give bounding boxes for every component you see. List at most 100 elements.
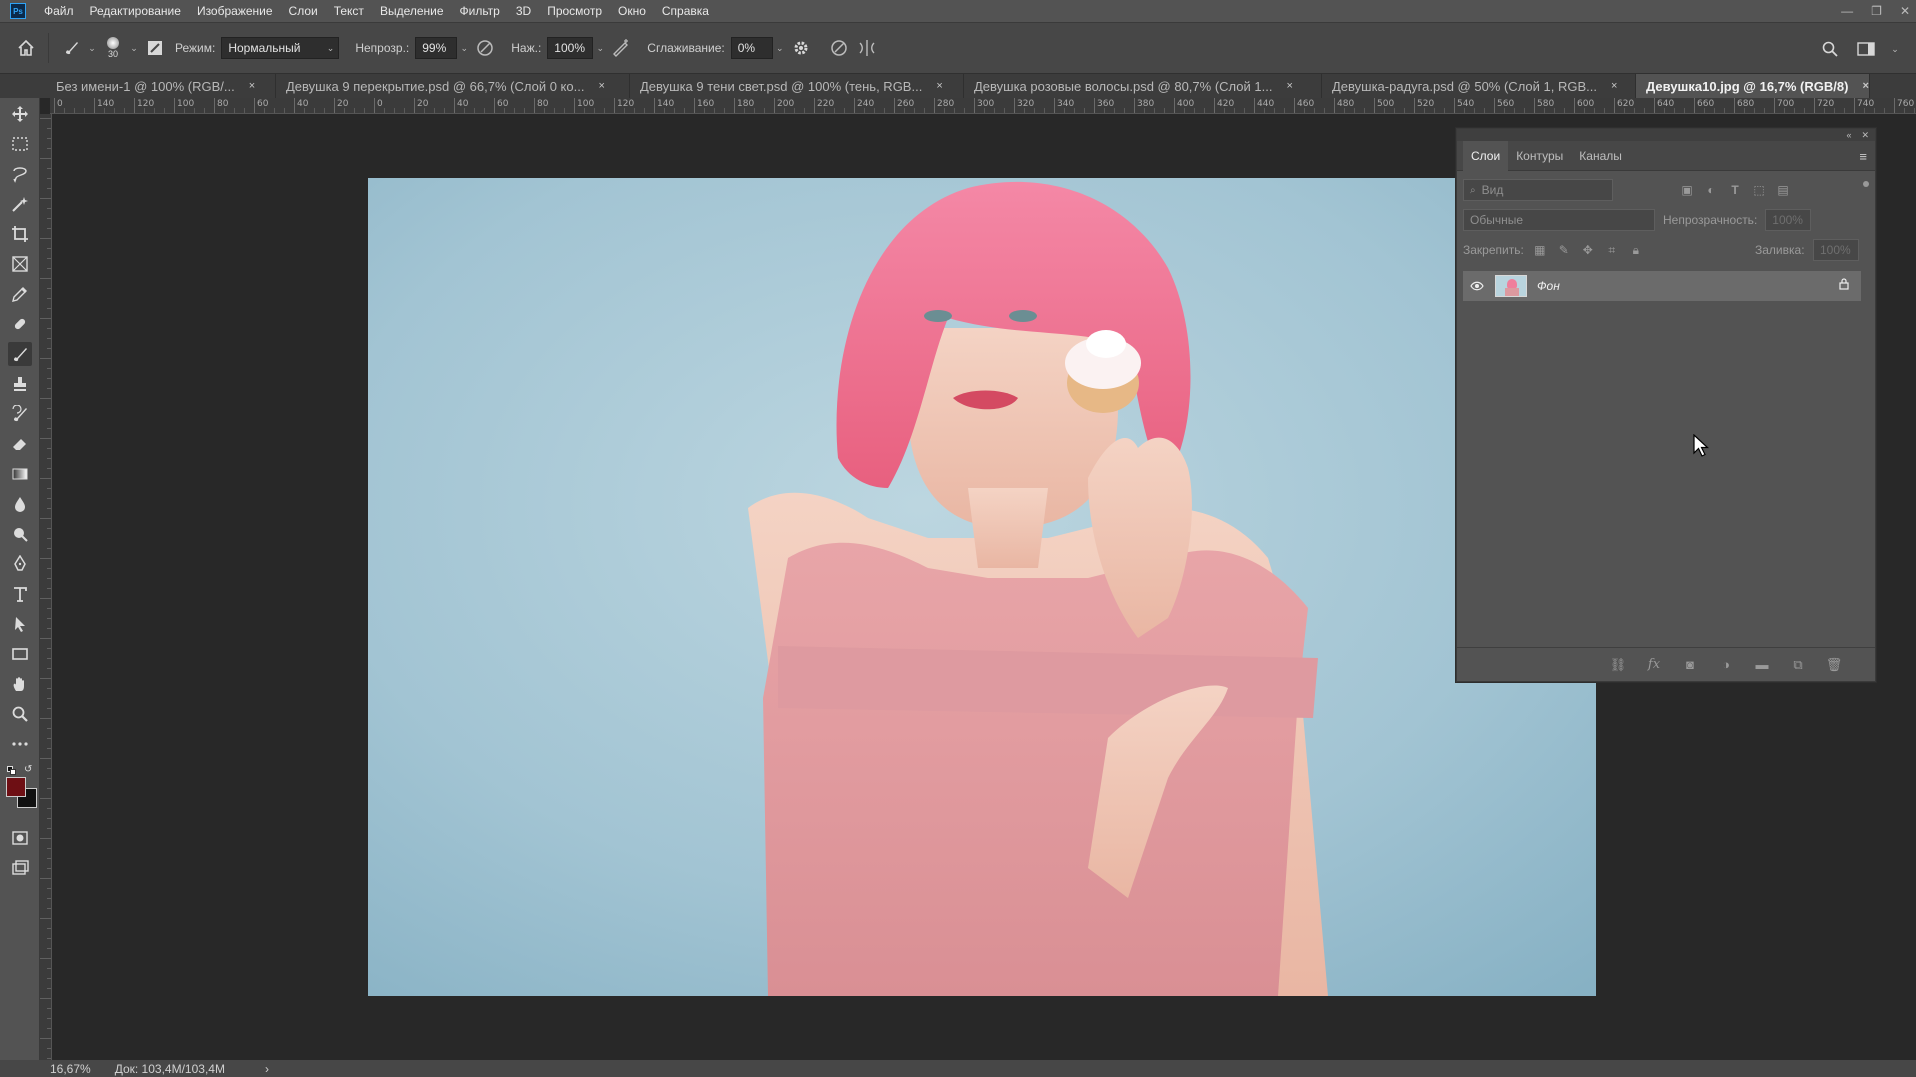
layer-style-icon[interactable]: fx: [1643, 654, 1665, 676]
history-brush-tool-icon[interactable]: [8, 402, 32, 426]
blend-mode-select[interactable]: Обычные: [1463, 209, 1655, 231]
blur-tool-icon[interactable]: [8, 492, 32, 516]
close-icon[interactable]: ×: [249, 80, 255, 92]
close-window-button[interactable]: ✕: [1900, 4, 1910, 18]
foreground-color-swatch[interactable]: [6, 777, 26, 797]
new-group-icon[interactable]: ▬: [1751, 654, 1773, 676]
dodge-tool-icon[interactable]: [8, 522, 32, 546]
default-colors-icon[interactable]: [7, 766, 16, 775]
gradient-tool-icon[interactable]: [8, 462, 32, 486]
smart-object-filter-icon[interactable]: ▤: [1773, 180, 1793, 200]
type-layer-filter-icon[interactable]: T: [1725, 180, 1745, 200]
tab-document[interactable]: Девушка-радуга.psd @ 50% (Слой 1, RGB...…: [1322, 74, 1636, 98]
lasso-tool-icon[interactable]: [8, 162, 32, 186]
tab-document[interactable]: Девушка 9 тени свет.psd @ 100% (тень, RG…: [630, 74, 964, 98]
vertical-ruler[interactable]: [40, 114, 52, 1060]
tab-layers[interactable]: Слои: [1463, 140, 1509, 171]
more-tools-icon[interactable]: [8, 732, 32, 756]
quick-mask-icon[interactable]: [8, 826, 32, 850]
opacity-input[interactable]: 99%: [415, 37, 458, 59]
crop-tool-icon[interactable]: [8, 222, 32, 246]
smoothing-input[interactable]: 0%: [730, 37, 773, 59]
menu-view[interactable]: Просмотр: [539, 0, 610, 22]
close-icon[interactable]: ×: [1286, 80, 1292, 92]
tab-document[interactable]: Девушка розовые волосы.psd @ 80,7% (Слой…: [964, 74, 1322, 98]
chevron-down-icon[interactable]: ⌄: [773, 37, 787, 59]
close-panel-icon[interactable]: ✕: [1861, 130, 1869, 141]
trash-icon[interactable]: 🗑︎: [1823, 654, 1845, 676]
swap-colors-icon[interactable]: ↺: [24, 764, 32, 775]
pixel-layer-filter-icon[interactable]: ▣: [1677, 180, 1697, 200]
eye-icon[interactable]: [1469, 281, 1485, 291]
path-selection-tool-icon[interactable]: [8, 612, 32, 636]
workspace-icon[interactable]: [1852, 35, 1880, 63]
brush-tool-icon[interactable]: [8, 342, 32, 366]
chevron-down-icon[interactable]: ⌄: [127, 37, 141, 59]
brush-size-picker[interactable]: 30: [99, 34, 127, 62]
type-tool-icon[interactable]: [8, 582, 32, 606]
magic-wand-tool-icon[interactable]: [8, 192, 32, 216]
link-layers-icon[interactable]: ⛓: [1607, 654, 1629, 676]
airbrush-icon[interactable]: [607, 34, 635, 62]
layer-name[interactable]: Фон: [1537, 279, 1560, 293]
fill-input[interactable]: 100%: [1813, 239, 1859, 261]
close-icon[interactable]: ×: [1862, 80, 1868, 92]
minimize-button[interactable]: —: [1841, 4, 1853, 18]
gear-icon[interactable]: [787, 34, 815, 62]
chevron-down-icon[interactable]: ⌄: [457, 37, 471, 59]
layer-opacity-input[interactable]: 100%: [1765, 209, 1812, 231]
filter-toggle-icon[interactable]: [1863, 181, 1869, 187]
tab-document[interactable]: Без имени-1 @ 100% (RGB/... ×: [46, 74, 276, 98]
tab-document-active[interactable]: Девушка10.jpg @ 16,7% (RGB/8) ×: [1636, 74, 1870, 98]
menu-filter[interactable]: Фильтр: [452, 0, 508, 22]
home-icon[interactable]: [12, 34, 40, 62]
close-icon[interactable]: ×: [598, 80, 604, 92]
menu-select[interactable]: Выделение: [372, 0, 452, 22]
eyedropper-tool-icon[interactable]: [8, 282, 32, 306]
pressure-size-icon[interactable]: [825, 34, 853, 62]
close-icon[interactable]: ×: [1611, 80, 1617, 92]
pen-tool-icon[interactable]: [8, 552, 32, 576]
restore-button[interactable]: ❐: [1871, 4, 1882, 18]
new-layer-icon[interactable]: ⧉: [1787, 654, 1809, 676]
lock-transparent-icon[interactable]: ▦: [1532, 240, 1548, 260]
search-icon[interactable]: [1816, 35, 1844, 63]
zoom-level[interactable]: 16,67%: [50, 1062, 91, 1076]
menu-file[interactable]: Файл: [36, 0, 82, 22]
menu-image[interactable]: Изображение: [189, 0, 281, 22]
flow-input[interactable]: 100%: [547, 37, 594, 59]
menu-window[interactable]: Окно: [610, 0, 654, 22]
add-mask-icon[interactable]: ◙: [1679, 654, 1701, 676]
frame-tool-icon[interactable]: [8, 252, 32, 276]
shape-layer-filter-icon[interactable]: ⬚: [1749, 180, 1769, 200]
eraser-tool-icon[interactable]: [8, 432, 32, 456]
close-icon[interactable]: ×: [936, 80, 942, 92]
rectangle-tool-icon[interactable]: [8, 642, 32, 666]
screen-mode-icon[interactable]: [8, 856, 32, 880]
menu-layers[interactable]: Слои: [281, 0, 326, 22]
panel-menu-icon[interactable]: ≡: [1859, 149, 1867, 164]
lock-artboard-icon[interactable]: ⌗: [1604, 240, 1620, 260]
chevron-down-icon[interactable]: ⌄: [593, 37, 607, 59]
marquee-tool-icon[interactable]: [8, 132, 32, 156]
adjustment-layer-icon[interactable]: ◑: [1715, 654, 1737, 676]
brush-settings-panel-icon[interactable]: [141, 34, 169, 62]
menu-help[interactable]: Справка: [654, 0, 717, 22]
healing-brush-tool-icon[interactable]: [8, 312, 32, 336]
layer-filter-select[interactable]: ⌕ Вид: [1463, 179, 1613, 201]
chevron-down-icon[interactable]: ⌄: [85, 37, 99, 59]
pressure-opacity-icon[interactable]: [471, 34, 499, 62]
menu-edit[interactable]: Редактирование: [82, 0, 189, 22]
move-tool-icon[interactable]: [8, 102, 32, 126]
symmetry-icon[interactable]: [853, 34, 881, 62]
brush-preset-icon[interactable]: [57, 34, 85, 62]
menu-3d[interactable]: 3D: [508, 0, 539, 22]
status-menu-arrow[interactable]: ›: [265, 1062, 269, 1076]
lock-all-icon[interactable]: 🔒︎: [1628, 240, 1644, 260]
chevron-down-icon[interactable]: ⌄: [1888, 38, 1902, 60]
document-image[interactable]: [368, 178, 1596, 996]
tab-paths[interactable]: Контуры: [1508, 141, 1571, 171]
hand-tool-icon[interactable]: [8, 672, 32, 696]
adjustment-layer-filter-icon[interactable]: ◐: [1701, 180, 1721, 200]
collapse-panel-icon[interactable]: «: [1846, 130, 1851, 140]
